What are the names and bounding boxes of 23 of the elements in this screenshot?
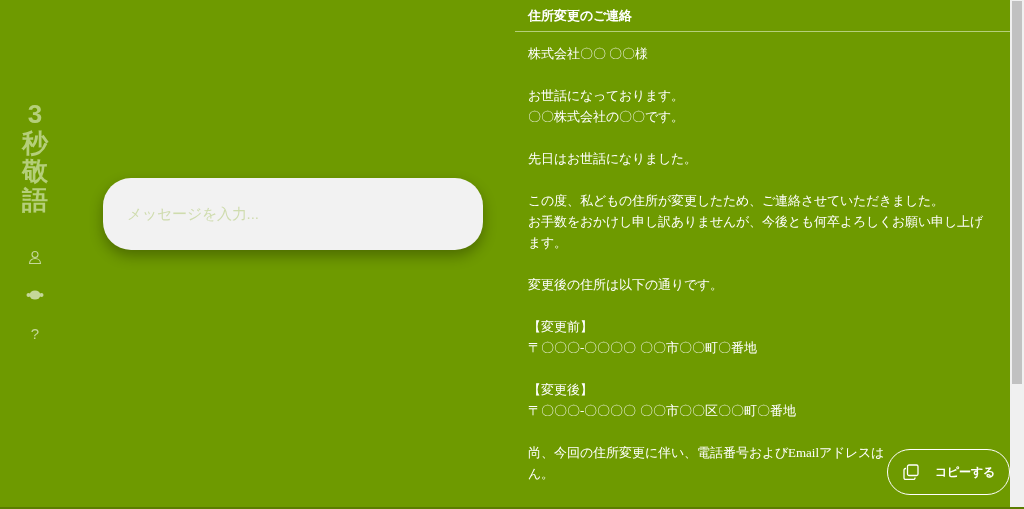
letter-line: 〇〇株式会社の〇〇です。	[528, 108, 684, 126]
letter-line: 【変更後】	[528, 381, 593, 399]
letter-line: 先日はお世話になりました。	[528, 150, 697, 168]
letter-line: この度、私どもの住所が変更したため、ご連絡させていただきました。	[528, 192, 944, 210]
mask-icon[interactable]	[26, 290, 44, 301]
letter-line: お手数をおかけし申し訳ありませんが、今後とも何卒よろしくお願い申し上げます。	[528, 213, 984, 252]
user-icon[interactable]	[28, 250, 42, 265]
help-icon[interactable]: ?	[30, 326, 40, 342]
copy-button[interactable]: コピーする	[887, 449, 1010, 495]
scrollbar[interactable]	[1010, 0, 1024, 507]
letter-line: ん。	[528, 465, 554, 483]
app-logo: 3秒敬語	[22, 100, 48, 215]
letter-line: 【変更前】	[528, 318, 593, 336]
letter-line: 〒〇〇〇-〇〇〇〇 〇〇市〇〇町〇番地	[528, 339, 757, 357]
letter-line: 〒〇〇〇-〇〇〇〇 〇〇市〇〇区〇〇町〇番地	[528, 402, 796, 420]
scrollbar-thumb[interactable]	[1012, 1, 1022, 384]
letter-line: 尚、今回の住所変更に伴い、電話番号およびEmailアドレスは	[528, 444, 885, 462]
letter-line: 株式会社〇〇 〇〇様	[528, 45, 649, 63]
letter-title: 住所変更のご連絡	[526, 6, 633, 25]
copy-icon	[903, 464, 919, 480]
letter-line: 変更後の住所は以下の通りです。	[528, 276, 723, 294]
letter-line: お世話になっております。	[528, 87, 684, 105]
message-input[interactable]: メッセージを入力...	[102, 177, 483, 250]
